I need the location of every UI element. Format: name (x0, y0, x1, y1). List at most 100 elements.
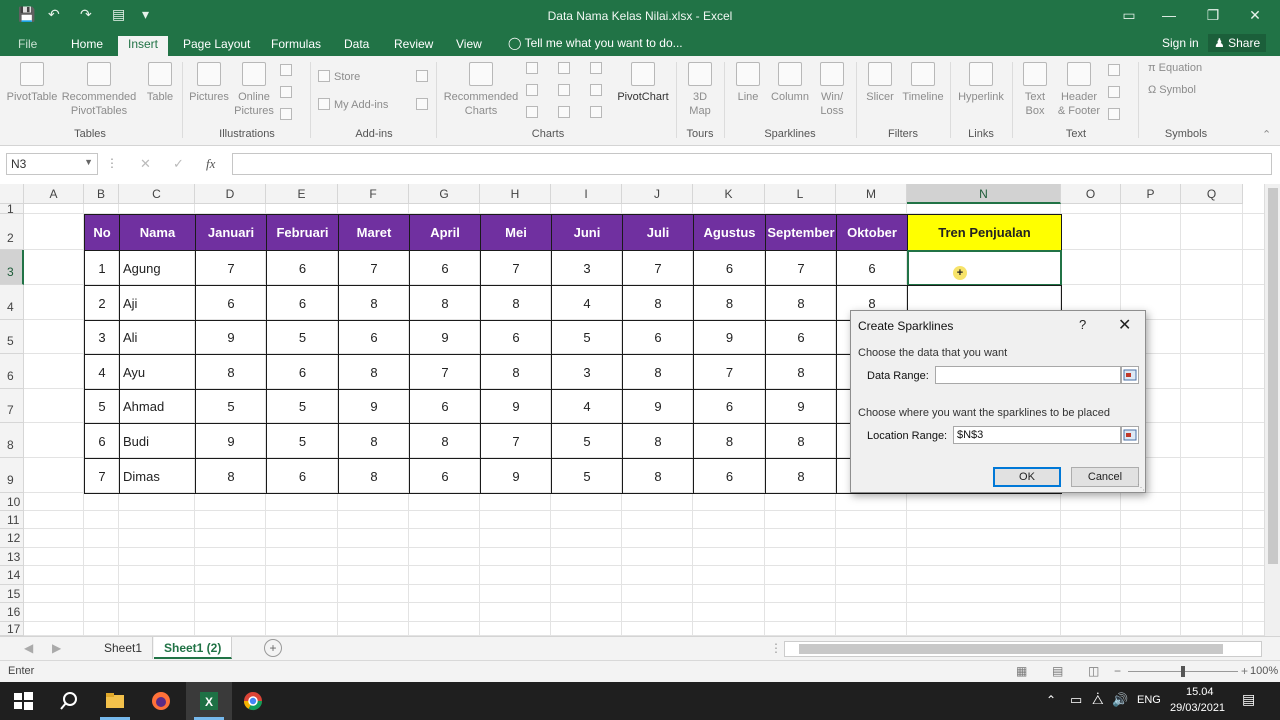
table-cell[interactable]: Ayu (119, 354, 196, 390)
table-cell[interactable]: 5 (266, 320, 339, 355)
row-header-15[interactable]: 15 (0, 585, 24, 603)
hyperlink-button[interactable]: Hyperlink (954, 62, 1008, 104)
name-box[interactable]: N3 ▼ (6, 153, 98, 175)
table-cell[interactable]: 7 (765, 250, 837, 286)
table-cell[interactable]: 5 (84, 389, 120, 424)
row-header-4[interactable]: 4 (0, 285, 24, 320)
tab-review[interactable]: Review (390, 36, 437, 56)
table-cell[interactable]: 3 (84, 320, 120, 355)
table-cell[interactable]: 3 (551, 250, 623, 286)
notifications-icon[interactable]: ▤ (1242, 691, 1255, 708)
input-language[interactable]: ENG (1137, 694, 1161, 706)
table-cell[interactable]: 6 (409, 458, 481, 494)
close-icon[interactable]: ✕ (1118, 315, 1131, 335)
column-header-k[interactable]: K (693, 184, 765, 204)
table-cell[interactable]: 5 (551, 320, 623, 355)
column-header-c[interactable]: C (119, 184, 195, 204)
location-range-collapse-icon[interactable] (1121, 426, 1139, 444)
table-cell[interactable]: 2 (84, 285, 120, 321)
volume-icon[interactable]: 🔊 (1112, 692, 1128, 708)
close-button[interactable]: ✕ (1240, 4, 1270, 26)
table-cell[interactable]: 9 (480, 458, 552, 494)
column-header-i[interactable]: I (551, 184, 622, 204)
row-header-17[interactable]: 17 (0, 622, 24, 636)
table-cell[interactable]: 8 (622, 458, 694, 494)
table-cell[interactable]: 8 (480, 354, 552, 390)
zoom-out-icon[interactable]: − (1114, 664, 1121, 678)
collapse-ribbon-icon[interactable]: ⌃ (1262, 128, 1271, 141)
table-cell[interactable]: 8 (409, 423, 481, 459)
tab-view[interactable]: View (452, 36, 486, 56)
table-cell[interactable]: 1 (84, 250, 120, 286)
windows-start-icon[interactable] (12, 690, 34, 712)
tab-insert[interactable]: Insert (118, 36, 168, 56)
row-header-11[interactable]: 11 (0, 511, 24, 529)
table-cell[interactable]: 6 (84, 423, 120, 459)
tab-page-layout[interactable]: Page Layout (179, 36, 254, 56)
table-header-cell[interactable]: September (765, 214, 837, 251)
row-header-8[interactable]: 8 (0, 423, 24, 458)
table-cell[interactable]: 6 (266, 354, 339, 390)
cancel-entry-icon[interactable]: ✕ (140, 156, 151, 172)
wifi-icon[interactable]: ⧊ (1092, 692, 1104, 708)
table-cell[interactable]: 6 (693, 389, 766, 424)
bing-maps-button[interactable] (416, 70, 432, 83)
recommended-charts-button[interactable]: Recommended Charts (442, 62, 520, 118)
help-icon[interactable]: ? (1079, 317, 1086, 332)
table-cell[interactable]: 6 (693, 250, 766, 286)
column-header-p[interactable]: P (1121, 184, 1181, 204)
table-cell[interactable]: 6 (765, 320, 837, 355)
table-button[interactable]: Table (142, 62, 178, 104)
location-range-input[interactable]: $N$3 (953, 426, 1121, 444)
table-cell[interactable]: 6 (266, 250, 339, 286)
chrome-icon[interactable] (242, 690, 264, 712)
table-cell[interactable]: 8 (338, 285, 410, 321)
pivottable-button[interactable]: PivotTable (6, 62, 58, 104)
row-header-1[interactable]: 1 (0, 203, 24, 215)
table-cell[interactable]: 8 (195, 354, 267, 390)
pivotchart-button[interactable]: PivotChart (614, 62, 672, 104)
insert-function-icon[interactable]: fx (206, 156, 215, 172)
my-addins-button[interactable]: My Add-ins (318, 98, 388, 111)
column-header-q[interactable]: Q (1181, 184, 1243, 204)
column-header-j[interactable]: J (622, 184, 693, 204)
table-header-cell[interactable]: Juli (622, 214, 694, 251)
column-header-d[interactable]: D (195, 184, 266, 204)
sparkline-winloss-button[interactable]: Win/Loss (814, 62, 850, 118)
table-cell[interactable]: 7 (480, 250, 552, 286)
sparkline-line-button[interactable]: Line (730, 62, 766, 104)
table-cell[interactable]: Budi (119, 423, 196, 459)
slicer-button[interactable]: Slicer (862, 62, 898, 104)
column-header-b[interactable]: B (84, 184, 119, 204)
table-cell[interactable]: 8 (622, 423, 694, 459)
column-header-l[interactable]: L (765, 184, 836, 204)
scroll-right-icon[interactable]: ▶ (52, 641, 61, 655)
table-header-cell[interactable]: No (84, 214, 120, 251)
page-break-view-icon[interactable]: ◫ (1088, 664, 1099, 678)
table-cell[interactable]: 6 (195, 285, 267, 321)
show-hidden-icons-icon[interactable]: ⌃ (1046, 693, 1056, 707)
table-cell[interactable]: 6 (836, 250, 908, 286)
table-cell[interactable]: 8 (622, 285, 694, 321)
minimize-button[interactable]: — (1154, 4, 1184, 26)
table-cell[interactable]: 9 (693, 320, 766, 355)
tell-me-search[interactable]: ◯ Tell me what you want to do... (508, 36, 683, 50)
zoom-level[interactable]: 100% (1250, 665, 1278, 677)
table-cell[interactable]: 9 (765, 389, 837, 424)
screenshot-button[interactable] (280, 108, 296, 121)
add-sheet-icon[interactable]: + (264, 639, 282, 657)
data-range-collapse-icon[interactable] (1121, 366, 1139, 384)
row-header-7[interactable]: 7 (0, 389, 24, 423)
restore-button[interactable]: ❐ (1198, 4, 1228, 26)
header-footer-button[interactable]: Header & Footer (1054, 62, 1104, 118)
hierarchy-chart-button[interactable] (558, 62, 574, 75)
data-range-input[interactable] (935, 366, 1121, 384)
table-header-cell[interactable]: Juni (551, 214, 623, 251)
statistic-chart-button[interactable] (558, 84, 574, 97)
pictures-button[interactable]: Pictures (186, 62, 232, 104)
scroll-left-icon[interactable]: ◀ (24, 641, 33, 655)
table-header-cell[interactable]: Oktober (836, 214, 908, 251)
network-icon[interactable]: ▭ (1070, 692, 1082, 708)
table-header-cell[interactable]: Tren Penjualan (907, 214, 1062, 251)
row-header-2[interactable]: 2 (0, 214, 24, 250)
